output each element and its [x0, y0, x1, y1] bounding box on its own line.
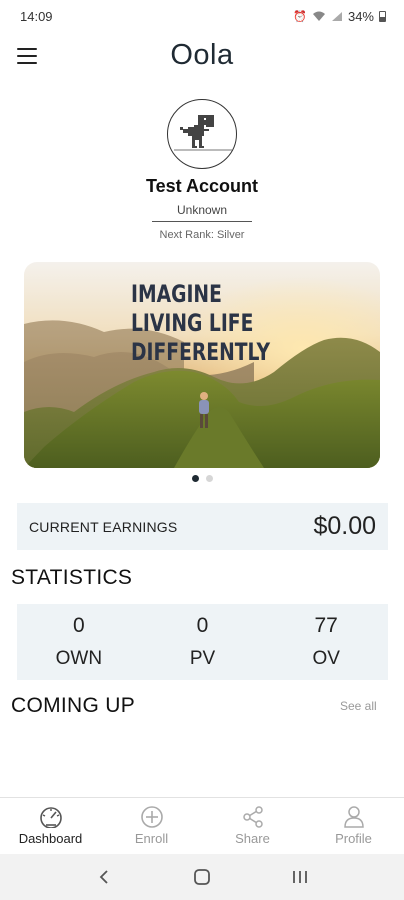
- nav-share[interactable]: Share: [202, 798, 303, 854]
- earnings-label: CURRENT EARNINGS: [29, 518, 178, 535]
- person-icon: [343, 806, 364, 828]
- rank-status: Unknown: [176, 203, 228, 217]
- status-time: 14:09: [20, 8, 53, 24]
- promo-banner[interactable]: IMAGINE LIVING LIFE DIFFERENTLY: [24, 262, 380, 468]
- carousel-dot-active[interactable]: [191, 475, 199, 482]
- stat-ov[interactable]: 77 OV: [264, 604, 388, 680]
- alarm-icon: ⏰: [293, 10, 307, 23]
- stat-value: 0: [196, 614, 209, 637]
- home-icon: [194, 869, 210, 885]
- stat-own[interactable]: 0 OWN: [17, 604, 141, 680]
- home-button[interactable]: [182, 862, 222, 892]
- avatar[interactable]: [167, 99, 237, 169]
- dinosaur-icon: [174, 115, 232, 151]
- statistics-title: STATISTICS: [11, 566, 133, 589]
- app-header: Oola: [0, 32, 404, 82]
- stat-pv[interactable]: 0 PV: [141, 604, 265, 680]
- stat-value: 0: [72, 614, 85, 637]
- nav-enroll[interactable]: Enroll: [101, 798, 202, 854]
- status-icons: ⏰ 34%: [293, 9, 386, 24]
- nav-label: Share: [235, 831, 270, 846]
- recents-button[interactable]: [280, 862, 320, 892]
- earnings-value: $0.00: [313, 512, 376, 540]
- banner-headline: IMAGINE LIVING LIFE DIFFERENTLY: [131, 280, 271, 366]
- statistics-card: 0 OWN 0 PV 77 OV: [17, 604, 388, 680]
- plus-circle-icon: [140, 806, 163, 828]
- system-navigation-bar: [0, 854, 404, 900]
- wifi-icon: [312, 11, 325, 21]
- nav-profile[interactable]: Profile: [303, 798, 404, 854]
- battery-icon: [379, 10, 386, 22]
- next-rank-label: Next Rank: Silver: [159, 229, 245, 241]
- nav-label: Profile: [335, 831, 372, 846]
- back-chevron-icon: [99, 870, 108, 884]
- see-all-link[interactable]: See all: [340, 699, 377, 713]
- status-bar: 14:09 ⏰ 34%: [0, 0, 404, 32]
- rank-progress-divider: [152, 221, 252, 222]
- battery-percent: 34%: [347, 8, 374, 24]
- stat-label: OV: [312, 648, 340, 669]
- back-button[interactable]: [84, 862, 124, 892]
- bottom-navigation: Dashboard Enroll Share Profile: [0, 797, 404, 854]
- nav-dashboard[interactable]: Dashboard: [0, 798, 101, 854]
- nav-label: Dashboard: [18, 831, 83, 846]
- app-logo: Oola: [170, 39, 234, 71]
- recents-icon: [293, 871, 307, 883]
- signal-icon: [331, 11, 342, 21]
- current-earnings-card[interactable]: CURRENT EARNINGS $0.00: [17, 503, 388, 550]
- account-name: Test Account: [145, 176, 258, 196]
- carousel-indicators: [0, 475, 404, 482]
- nav-label: Enroll: [134, 831, 169, 846]
- stat-label: PV: [189, 648, 216, 669]
- stat-value: 77: [314, 614, 338, 637]
- share-icon: [242, 806, 263, 828]
- carousel-dot[interactable]: [205, 475, 213, 482]
- coming-up-title: COMING UP: [11, 694, 136, 717]
- gauge-icon: [39, 807, 62, 828]
- stat-label: OWN: [55, 648, 103, 669]
